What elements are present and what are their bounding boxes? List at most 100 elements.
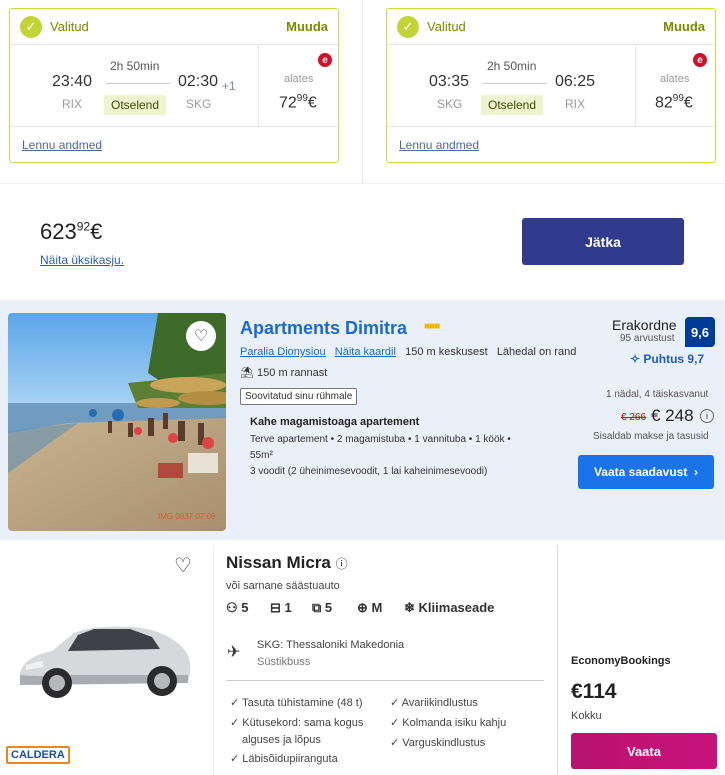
show-details-link[interactable]: Näita üksikasju. <box>40 253 124 267</box>
feature-free-cancel: ✓ Tasuta tühistamine (48 t) <box>230 697 363 709</box>
snowflake-icon: ❄ <box>404 600 415 615</box>
seats-feature: ⚇ 5 <box>226 600 249 615</box>
price-divider <box>258 45 259 127</box>
large-bag-icon: ⧉ <box>312 600 322 615</box>
flight-duration: 2h 50min <box>487 59 537 73</box>
flight-card-header: ✓ Valitud Muuda <box>387 9 715 45</box>
bed-configuration: 3 voodit (2 üheinimesevoodit, 1 lai kahe… <box>250 466 488 477</box>
pickup-location: SKG: Thessaloniki Makedonia <box>257 639 405 651</box>
favorite-heart-icon[interactable]: ♡ <box>168 550 198 580</box>
arrival-airport: RIX <box>565 97 586 111</box>
check-icon: ✓ <box>20 15 42 38</box>
arrival-time: 02:30 <box>178 73 219 90</box>
chevron-right-icon: › <box>694 465 699 479</box>
car-image-divider <box>213 545 214 775</box>
total-price: 62392€ <box>40 219 103 244</box>
review-count: 95 arvustust <box>620 333 675 344</box>
old-price: € 266 <box>621 412 647 423</box>
taxes-note: Sisaldab makse ja tasusid <box>593 431 709 442</box>
hotel-price: € 248 <box>651 406 694 425</box>
from-label: alates <box>284 73 314 85</box>
info-icon[interactable]: ⓘ <box>336 557 348 571</box>
flight-duration: 2h 50min <box>110 59 160 73</box>
arrival-airport: SKG <box>186 97 212 111</box>
photo-watermark: IMG 0037 07 06 <box>158 512 216 521</box>
car-price-divider <box>557 545 558 775</box>
small-bag-feature: ⊟ 1 <box>270 600 292 615</box>
favorite-heart-icon[interactable]: ♡ <box>186 321 216 351</box>
airplane-icon: ✈ <box>227 644 241 661</box>
room-size: 55m² <box>250 450 273 461</box>
flight-details-link[interactable]: Lennu andmed <box>399 138 479 152</box>
feature-third-party: ✓ Kolmanda isiku kahju <box>390 717 507 729</box>
feature-fuel-policy-cont: alguses ja lõpus <box>242 734 321 746</box>
beach-near: Lähedal on rand <box>496 346 577 358</box>
direct-flight-badge: Otselend <box>481 95 544 115</box>
small-bag-icon: ⊟ <box>270 600 281 615</box>
show-on-map-link[interactable]: Näita kaardil <box>335 346 396 358</box>
flight-price: 7299€ <box>279 93 317 112</box>
cleanliness-score: ✧ Puhtus 9,7 <box>630 352 705 366</box>
feature-unlimited-mileage: ✓ Läbisõidupiiranguta <box>230 753 338 765</box>
continue-button[interactable]: Jätka <box>522 218 684 265</box>
info-icon[interactable]: i <box>700 409 714 423</box>
price-divider <box>635 45 636 127</box>
hotel-name[interactable]: Apartments Dimitra <box>240 318 407 339</box>
departure-airport: RIX <box>62 97 83 111</box>
location-line: Paralia Dionysiou Näita kaardil 150 m ke… <box>240 346 576 358</box>
feature-collision: ✓ Avariikindlustus <box>390 697 478 709</box>
car-price: €114 <box>571 680 617 703</box>
shuttle-info: Süstikbuss <box>257 656 311 668</box>
departure-time: 03:35 <box>429 73 470 90</box>
sparkle-icon: ✧ <box>630 352 641 366</box>
gearbox-icon: ⊕ <box>357 600 368 615</box>
flight-details-link[interactable]: Lennu andmed <box>22 138 102 152</box>
flight-price: 8299€ <box>655 93 693 112</box>
from-label: alates <box>660 73 690 85</box>
airline-logo-icon: e <box>693 53 707 67</box>
flight-card-outbound: ✓ Valitud Muuda 23:40 RIX 2h 50min Otsel… <box>9 8 339 163</box>
star-rating-icon: ■■■ <box>424 321 440 332</box>
stay-details: 1 nädal, 4 täiskasvanut <box>606 389 709 400</box>
change-flight-link[interactable]: Muuda <box>663 19 705 34</box>
flight-itinerary: 23:40 RIX 2h 50min Otselend 02:30 +1 SKG… <box>10 45 338 127</box>
room-description: Terve apartement • 2 magamistuba • 1 van… <box>250 434 511 445</box>
car-image <box>20 626 191 698</box>
section-divider <box>0 183 725 184</box>
rating-word: Erakordne <box>612 317 677 333</box>
person-icon: ⚇ <box>226 600 238 615</box>
large-bag-feature: ⧉ 5 <box>312 600 333 615</box>
car-similar-note: või sarnane säästuauto <box>226 580 340 592</box>
change-flight-link[interactable]: Muuda <box>286 19 328 34</box>
flight-itinerary: 03:35 SKG 2h 50min Otselend 06:25 RIX e … <box>387 45 715 127</box>
see-availability-button[interactable]: Vaata saadavust › <box>578 455 714 489</box>
departure-time: 23:40 <box>52 73 93 90</box>
arrival-time: 06:25 <box>555 73 596 90</box>
check-icon: ✓ <box>397 15 419 38</box>
beach-distance-line: ⛱ 150 m rannast <box>240 366 327 379</box>
room-type: Kahe magamistoaga apartement <box>250 416 420 428</box>
supplier-logo: CALDERA <box>6 746 70 764</box>
route-line <box>106 83 170 84</box>
feature-theft: ✓ Varguskindlustus <box>390 737 486 749</box>
departure-airport: SKG <box>437 97 463 111</box>
transmission-feature: ⊕ M <box>357 600 383 615</box>
beach-distance: 150 m rannast <box>257 367 328 379</box>
flight-card-header: ✓ Valitud Muuda <box>10 9 338 45</box>
selected-label: Valitud <box>50 19 89 34</box>
flight-card-return: ✓ Valitud Muuda 03:35 SKG 2h 50min Otsel… <box>386 8 716 163</box>
route-line <box>483 83 547 84</box>
hotel-location-link[interactable]: Paralia Dionysiou <box>240 346 326 358</box>
ac-feature: ❄ Kliimaseade <box>404 600 495 615</box>
group-recommended-badge: Soovitatud sinu rühmale <box>240 388 358 405</box>
view-car-button[interactable]: Vaata <box>571 733 717 769</box>
day-offset: +1 <box>222 79 236 93</box>
selected-label: Valitud <box>427 19 466 34</box>
review-score-badge: 9,6 <box>685 317 715 347</box>
beach-icon: ⛱ <box>240 367 254 379</box>
car-price-label: Kokku <box>571 710 602 722</box>
features-divider <box>226 680 544 681</box>
column-divider <box>362 0 363 183</box>
airline-logo-icon: e <box>318 53 332 67</box>
feature-fuel-policy: ✓ Kütusekord: sama kogus <box>230 717 364 729</box>
